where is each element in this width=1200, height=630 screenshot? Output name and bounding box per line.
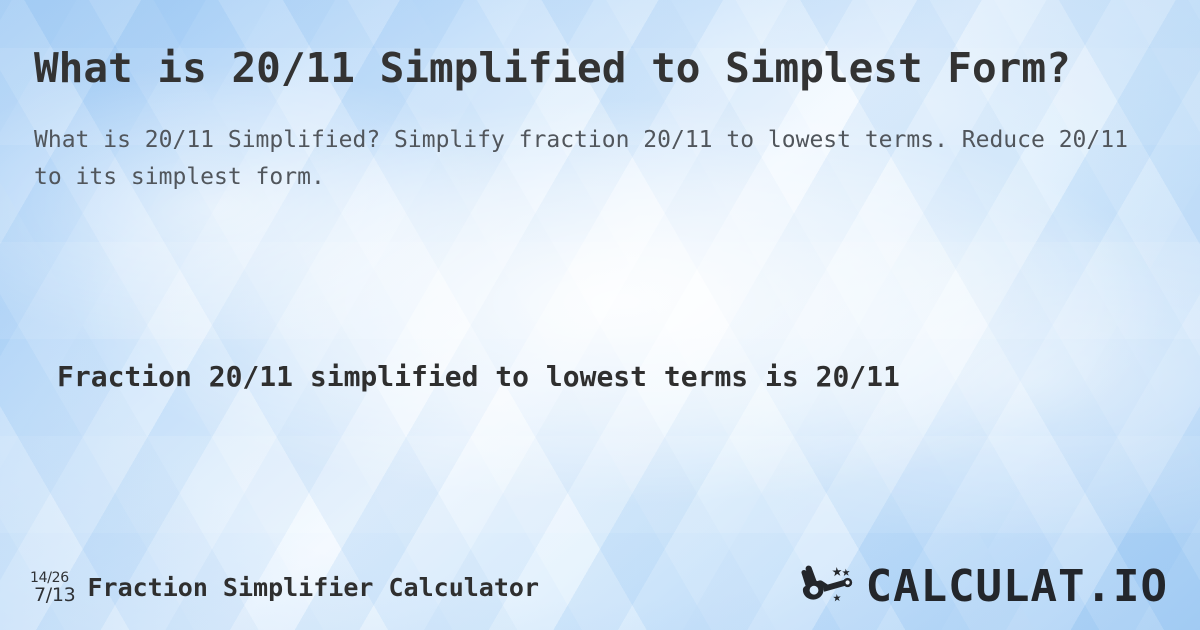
magic-wand-hand-icon — [801, 565, 852, 602]
fraction-reduce-icon-reduced: 7/13 — [34, 584, 76, 606]
fraction-reduce-icon: 14/26 7/13 — [30, 569, 76, 606]
page-title: What is 20/11 Simplified to Simplest For… — [34, 44, 1071, 92]
answer-statement: Fraction 20/11 simplified to lowest term… — [57, 360, 900, 393]
footer-calculator-name[interactable]: Fraction Simplifier Calculator — [87, 573, 539, 602]
page-subtitle: What is 20/11 Simplified? Simplify fract… — [34, 127, 1128, 190]
footer: 14/26 7/13 Fraction Simplifier Calculato… — [0, 544, 1200, 630]
main-content: What is 20/11 Simplified to Simplest For… — [0, 0, 1200, 630]
og-card: What is 20/11 Simplified to Simplest For… — [0, 0, 1200, 630]
footer-left-group: 14/26 7/13 Fraction Simplifier Calculato… — [30, 569, 539, 605]
fraction-reduce-icon-original: 14/26 — [30, 570, 69, 586]
brand-wordmark: CALCULAT.IO — [865, 561, 1168, 612]
brand-logo[interactable]: CALCULAT.IO — [798, 564, 1176, 610]
